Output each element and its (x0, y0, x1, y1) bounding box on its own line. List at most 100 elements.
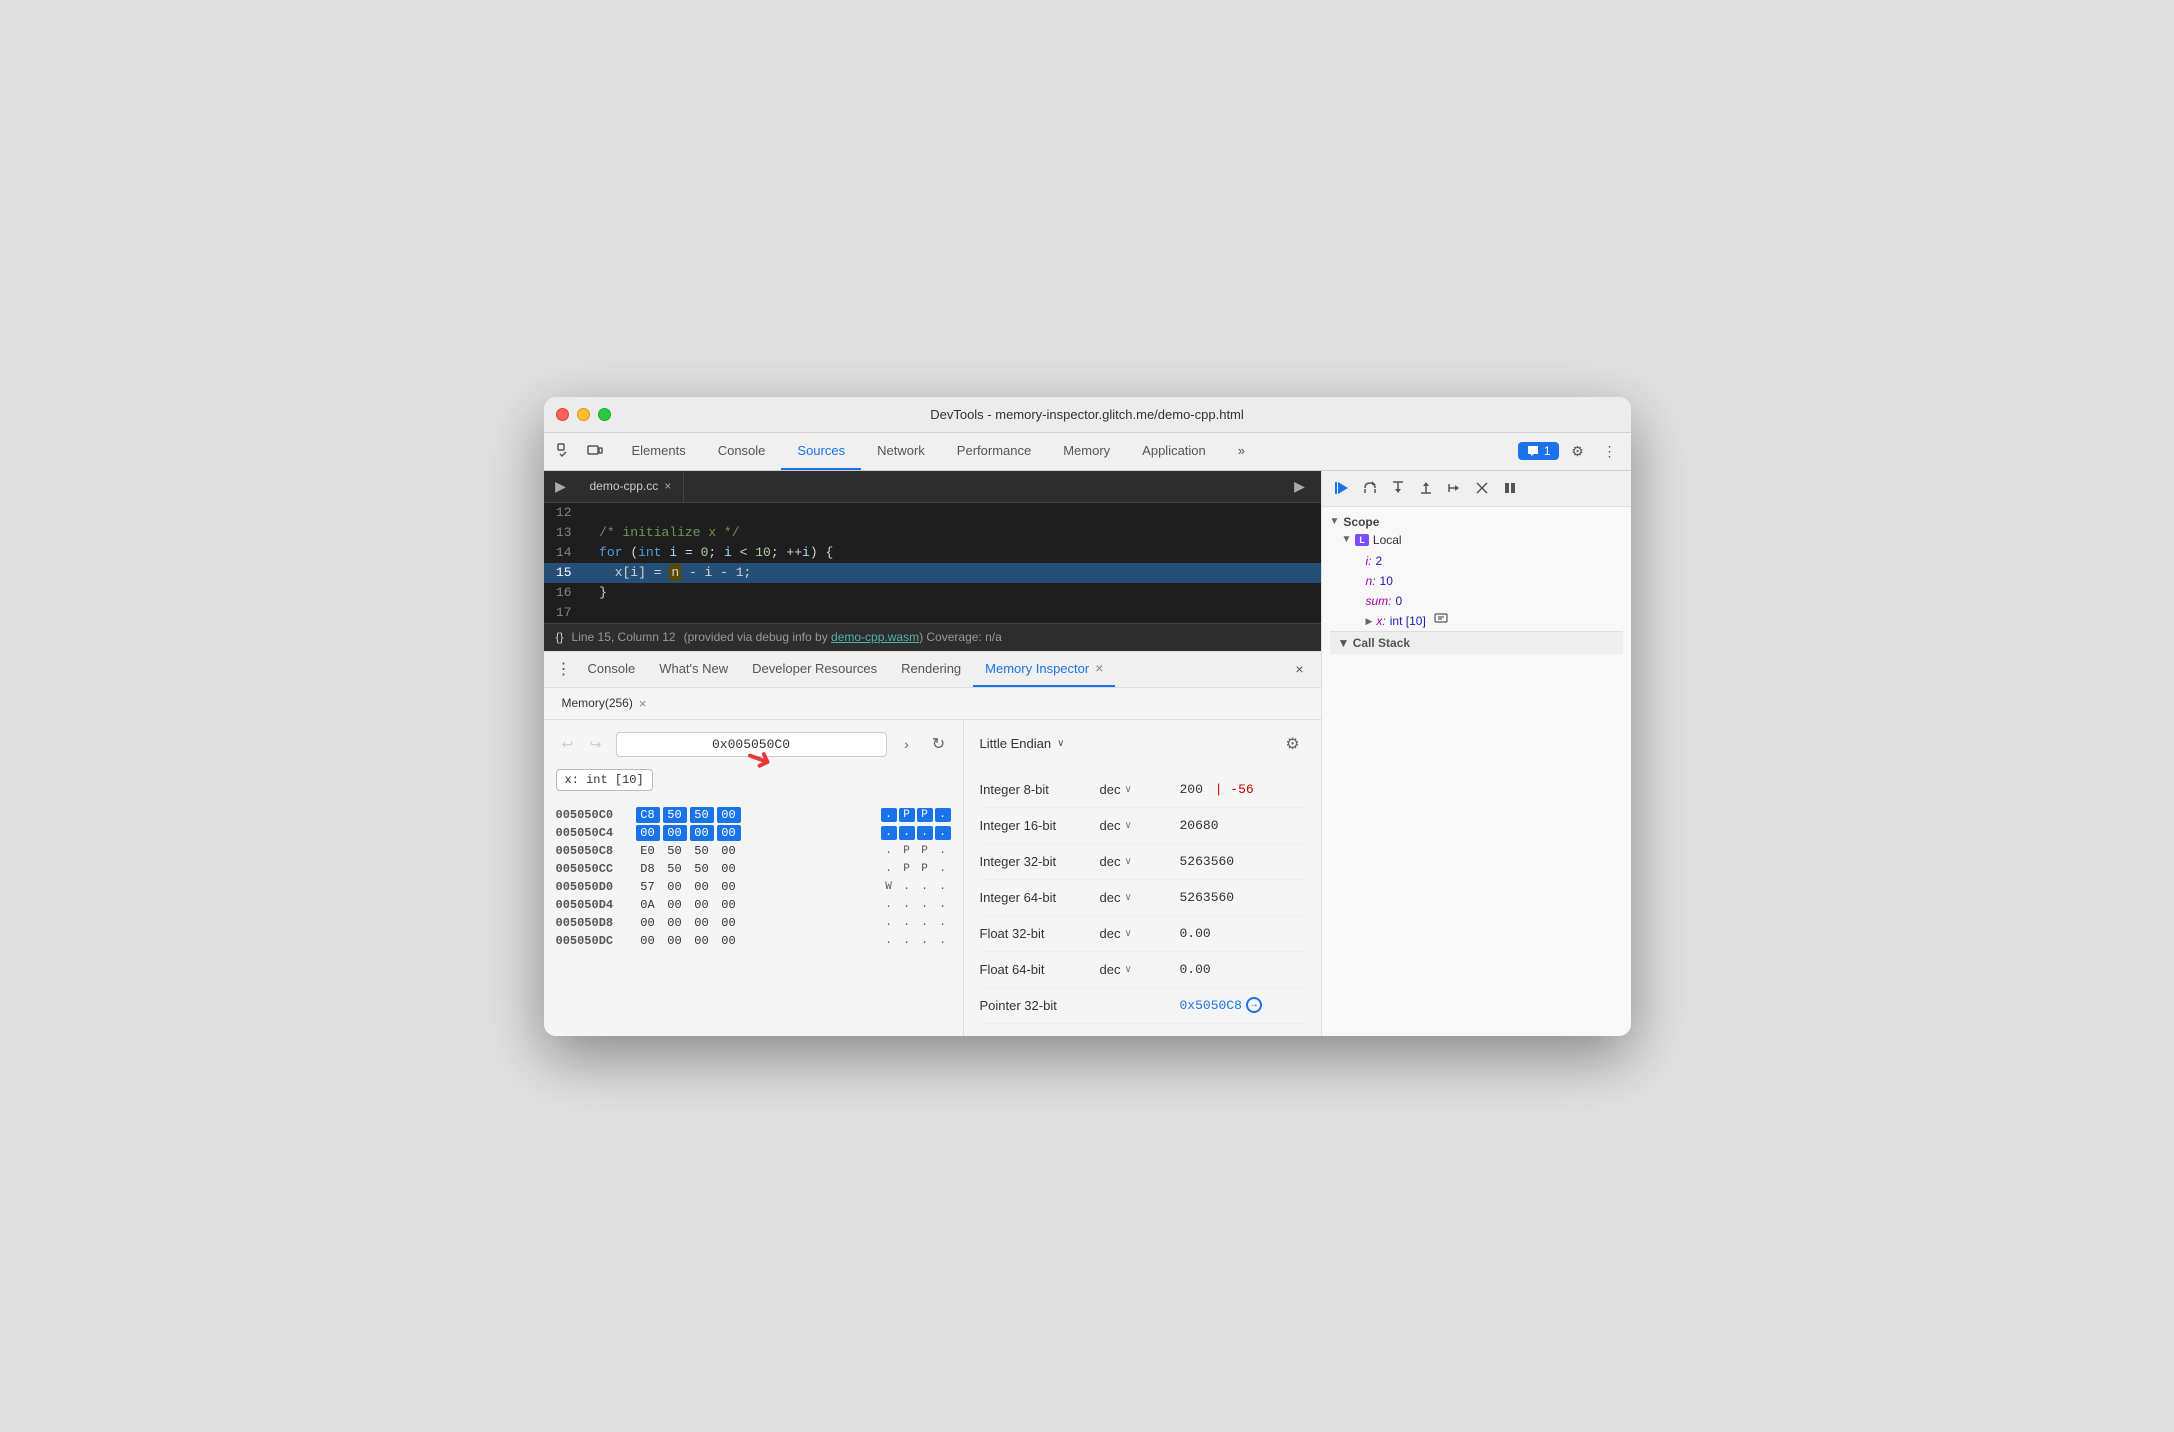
source-tab-close[interactable]: × (664, 479, 671, 493)
hex-byte[interactable]: 00 (717, 915, 741, 931)
hex-byte[interactable]: D8 (636, 861, 660, 877)
addr-jump-btn[interactable]: › (895, 732, 919, 756)
ascii-char[interactable]: . (917, 880, 933, 894)
ascii-char[interactable]: W (881, 880, 897, 894)
tab-rendering[interactable]: Rendering (889, 652, 973, 687)
hex-byte[interactable]: 00 (690, 897, 714, 913)
ascii-char[interactable]: . (917, 898, 933, 912)
hex-byte[interactable]: 00 (663, 897, 687, 913)
ascii-char[interactable]: . (881, 826, 897, 840)
tab-more[interactable]: » (1222, 433, 1261, 470)
pause-btn[interactable] (1498, 476, 1522, 500)
hex-byte[interactable]: 00 (636, 825, 660, 841)
hex-byte[interactable]: 00 (636, 933, 660, 949)
run-icon[interactable]: ▶ (548, 473, 574, 499)
inspector-icon[interactable] (552, 438, 578, 464)
ascii-char[interactable]: . (935, 916, 951, 930)
tab-sources[interactable]: Sources (781, 433, 861, 470)
ascii-char[interactable]: P (917, 844, 933, 858)
pointer-navigate-icon[interactable]: → (1246, 997, 1262, 1013)
hex-byte[interactable]: 00 (663, 825, 687, 841)
hex-byte[interactable]: 50 (663, 843, 687, 859)
ascii-char[interactable]: . (935, 808, 951, 822)
hex-byte[interactable]: 50 (663, 807, 687, 823)
close-button[interactable] (556, 408, 569, 421)
ascii-char[interactable]: . (899, 880, 915, 894)
hex-byte[interactable]: 50 (690, 861, 714, 877)
ascii-char[interactable]: . (881, 862, 897, 876)
addr-back-btn[interactable]: ↩ (556, 732, 580, 756)
data-type-format[interactable]: dec∨ (1100, 818, 1180, 833)
hex-byte[interactable]: 00 (717, 861, 741, 877)
memory-tab-close[interactable]: × (639, 696, 647, 711)
resume-btn[interactable] (1330, 476, 1354, 500)
hex-byte[interactable]: 50 (690, 843, 714, 859)
hex-byte[interactable]: 00 (690, 879, 714, 895)
data-panel-settings-icon[interactable]: ⚙ (1281, 732, 1305, 756)
wasm-link[interactable]: demo-cpp.wasm (831, 630, 919, 644)
hex-byte[interactable]: 00 (717, 879, 741, 895)
hex-byte[interactable]: 00 (717, 897, 741, 913)
step-btn[interactable] (1442, 476, 1466, 500)
data-type-format[interactable]: dec∨ (1100, 962, 1180, 977)
hex-byte[interactable]: E0 (636, 843, 660, 859)
data-type-format[interactable]: dec∨ (1100, 926, 1180, 941)
hex-byte[interactable]: 50 (690, 807, 714, 823)
hex-byte[interactable]: C8 (636, 807, 660, 823)
endian-select[interactable]: Little Endian ∨ (980, 736, 1065, 751)
ascii-char[interactable]: . (935, 862, 951, 876)
tab-application[interactable]: Application (1126, 433, 1222, 470)
tab-memory[interactable]: Memory (1047, 433, 1126, 470)
ascii-char[interactable]: . (881, 844, 897, 858)
ascii-char[interactable]: . (917, 934, 933, 948)
ascii-char[interactable]: . (881, 808, 897, 822)
addr-forward-btn[interactable]: ↪ (584, 732, 608, 756)
addr-refresh-btn[interactable]: ↻ (927, 732, 951, 756)
device-toolbar-icon[interactable] (582, 438, 608, 464)
ascii-char[interactable]: . (917, 916, 933, 930)
ascii-char[interactable]: . (917, 826, 933, 840)
ascii-char[interactable]: P (899, 808, 915, 822)
maximize-button[interactable] (598, 408, 611, 421)
tab-network[interactable]: Network (861, 433, 941, 470)
ascii-char[interactable]: . (899, 916, 915, 930)
tab-memory-inspector[interactable]: Memory Inspector × (973, 652, 1115, 687)
source-file-tab[interactable]: demo-cpp.cc × (578, 471, 685, 502)
hex-byte[interactable]: 00 (690, 825, 714, 841)
ascii-char[interactable]: P (917, 808, 933, 822)
ascii-char[interactable]: P (899, 862, 915, 876)
hex-byte[interactable]: 00 (717, 933, 741, 949)
memory-inspector-tab-close[interactable]: × (1095, 660, 1103, 676)
hex-byte[interactable]: 57 (636, 879, 660, 895)
ascii-char[interactable]: . (881, 898, 897, 912)
ascii-char[interactable]: . (935, 880, 951, 894)
tab-whats-new[interactable]: What's New (647, 652, 740, 687)
hex-byte[interactable]: 00 (690, 915, 714, 931)
ascii-char[interactable]: . (935, 898, 951, 912)
ascii-char[interactable]: P (899, 844, 915, 858)
hex-byte[interactable]: 00 (663, 933, 687, 949)
hex-byte[interactable]: 00 (717, 843, 741, 859)
tab-performance[interactable]: Performance (941, 433, 1047, 470)
ascii-char[interactable]: . (899, 898, 915, 912)
ascii-char[interactable]: . (899, 934, 915, 948)
ascii-char[interactable]: . (935, 844, 951, 858)
bottom-panel-close-icon[interactable]: × (1287, 656, 1313, 682)
deactivate-btn[interactable] (1470, 476, 1494, 500)
x-expand-icon[interactable]: ▶ (1366, 611, 1373, 631)
format-icon[interactable]: ▶ (1287, 473, 1313, 499)
hex-byte[interactable]: 00 (690, 933, 714, 949)
data-type-format[interactable]: dec∨ (1100, 782, 1180, 797)
pointer-link[interactable]: 0x5050C8 → (1180, 997, 1305, 1013)
ascii-char[interactable]: . (881, 934, 897, 948)
ascii-char[interactable]: . (935, 934, 951, 948)
settings-icon[interactable]: ⚙ (1565, 438, 1591, 464)
ascii-char[interactable]: . (881, 916, 897, 930)
step-out-btn[interactable] (1414, 476, 1438, 500)
hex-byte[interactable]: 00 (717, 807, 741, 823)
hex-byte[interactable]: 00 (717, 825, 741, 841)
hex-byte[interactable]: 50 (663, 861, 687, 877)
hex-byte[interactable]: 00 (663, 915, 687, 931)
hex-byte[interactable]: 0A (636, 897, 660, 913)
memory-inspector-icon[interactable] (1434, 611, 1448, 631)
